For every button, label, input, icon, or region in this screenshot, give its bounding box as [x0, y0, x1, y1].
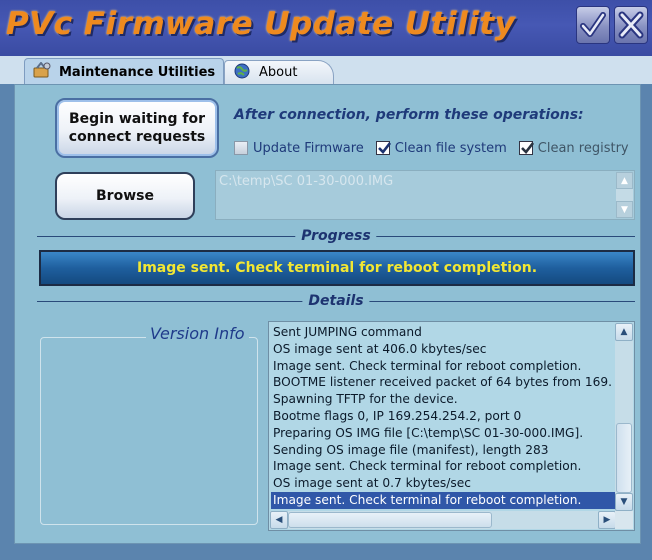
maintenance-panel: Begin waiting for connect requests After…: [14, 84, 641, 544]
scroll-left-icon[interactable]: ◀: [270, 511, 288, 529]
clean-file-system-option[interactable]: Clean file system: [375, 140, 507, 156]
close-button[interactable]: [614, 6, 648, 44]
clean-registry-option[interactable]: Clean registry: [518, 140, 629, 156]
scroll-corner: [615, 511, 633, 529]
clean-file-system-checkbox[interactable]: [375, 141, 391, 155]
scroll-down-icon[interactable]: ▼: [615, 493, 633, 511]
close-icon: [618, 11, 644, 39]
vertical-scroll-thumb[interactable]: [616, 423, 632, 493]
log-line[interactable]: Sending OS image file (manifest), length…: [271, 442, 615, 459]
globe-icon: [233, 63, 251, 83]
window-title: PVc Firmware Update Utility: [6, 6, 516, 42]
update-firmware-label: Update Firmware: [253, 140, 364, 156]
check-button[interactable]: [576, 6, 610, 44]
file-path-field[interactable]: C:\temp\SC 01-30-000.IMG ▲ ▼: [215, 170, 635, 220]
log-line[interactable]: Preparing OS IMG file [C:\temp\SC 01-30-…: [271, 425, 615, 442]
log-line[interactable]: OS image sent at 406.0 kbytes/sec: [271, 341, 615, 358]
operations-options: Update Firmware Clean file system Clean …: [234, 139, 641, 157]
operations-heading: After connection, perform these operatio…: [234, 107, 584, 123]
progress-section-header: Progress: [37, 228, 635, 246]
scroll-up-icon[interactable]: ▲: [616, 172, 633, 189]
details-label: Details: [302, 293, 370, 309]
file-path-scrollbar[interactable]: ▲ ▼: [616, 172, 633, 218]
horizontal-scroll-thumb[interactable]: [288, 512, 492, 528]
log-line[interactable]: Image sent. Check terminal for reboot co…: [271, 358, 615, 375]
browse-button[interactable]: Browse: [55, 172, 195, 220]
tab-label: About: [259, 65, 298, 80]
log-line[interactable]: Bootme flags 0, IP 169.254.254.2, port 0: [271, 408, 615, 425]
tab-maintenance-utilities[interactable]: Maintenance Utilities: [24, 58, 224, 85]
clean-registry-checkbox[interactable]: [518, 141, 534, 155]
version-info-title: Version Info: [146, 324, 249, 343]
log-line[interactable]: Spawning TFTP for the device.: [271, 391, 615, 408]
version-info-box: [40, 337, 258, 525]
tools-icon: [33, 61, 51, 82]
log-line[interactable]: OS image sent at 0.7 kbytes/sec: [271, 475, 615, 492]
app-window: PVc Firmware Update Utility Maintenance …: [0, 0, 652, 560]
begin-waiting-button[interactable]: Begin waiting for connect requests: [55, 98, 219, 158]
log-vertical-scrollbar[interactable]: ▲ ▼: [615, 323, 633, 511]
progress-bar: Image sent. Check terminal for reboot co…: [39, 250, 635, 286]
log-line[interactable]: Image sent. Check terminal for reboot co…: [271, 491, 615, 509]
check-icon: [580, 12, 606, 37]
checkmark-icon: [520, 142, 534, 154]
clean-registry-label: Clean registry: [537, 140, 629, 156]
title-bar[interactable]: PVc Firmware Update Utility: [0, 0, 652, 56]
log-line[interactable]: Image sent. Check terminal for reboot co…: [271, 458, 615, 475]
progress-status-text: Image sent. Check terminal for reboot co…: [136, 260, 538, 276]
log-line[interactable]: Sent JUMPING command: [271, 324, 615, 341]
scroll-down-icon[interactable]: ▼: [616, 201, 633, 218]
log-horizontal-scrollbar[interactable]: ◀ ▶: [270, 511, 616, 529]
tab-label: Maintenance Utilities: [59, 64, 216, 80]
progress-label: Progress: [295, 228, 377, 244]
tab-bar: Maintenance Utilities About: [0, 56, 652, 85]
scroll-up-icon[interactable]: ▲: [615, 323, 633, 341]
log-listbox[interactable]: Sent JUMPING command OS image sent at 406…: [268, 321, 635, 531]
checkmark-icon: [377, 142, 391, 154]
scroll-right-icon[interactable]: ▶: [598, 511, 616, 529]
update-firmware-checkbox[interactable]: [234, 141, 248, 155]
file-path-text: C:\temp\SC 01-30-000.IMG: [219, 174, 394, 189]
details-section-header: Details: [37, 293, 635, 311]
log-line[interactable]: BOOTME listener received packet of 64 by…: [271, 374, 615, 391]
update-firmware-option[interactable]: Update Firmware: [234, 141, 364, 156]
tab-about[interactable]: About: [224, 60, 334, 84]
clean-file-system-label: Clean file system: [394, 140, 507, 156]
log-lines: Sent JUMPING command OS image sent at 406…: [271, 324, 615, 509]
